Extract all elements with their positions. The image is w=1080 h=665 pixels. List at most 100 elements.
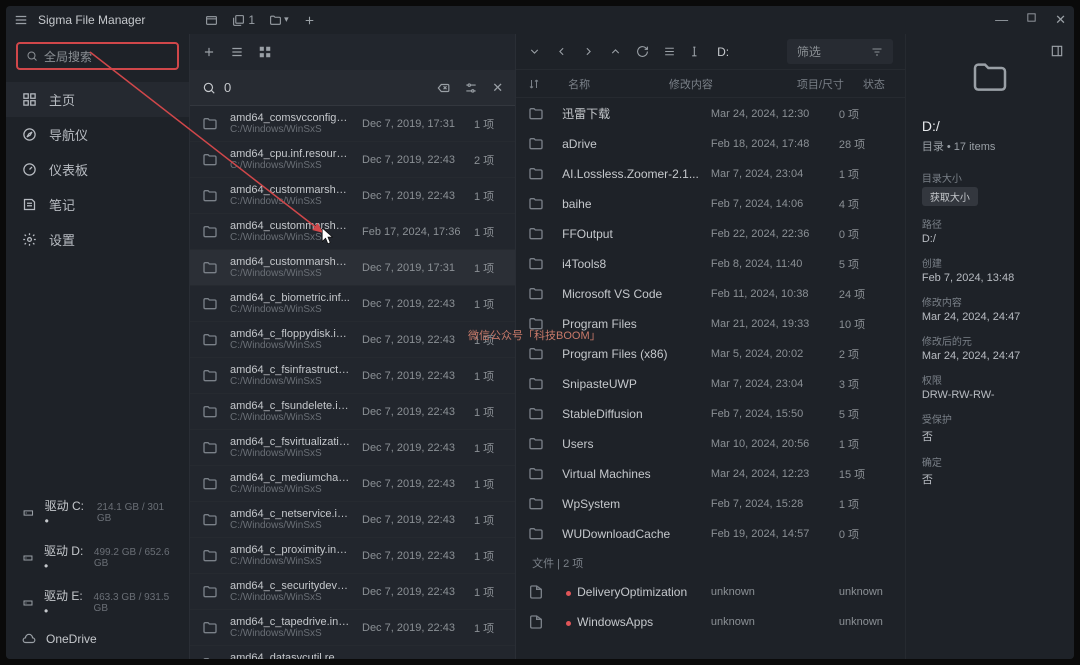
reload-icon[interactable] <box>636 45 649 58</box>
drive-item[interactable]: 驱动 D: •499.2 GB / 652.6 GB <box>6 535 189 580</box>
file-icon <box>528 584 544 600</box>
drive-item[interactable]: OneDrive <box>6 625 189 653</box>
nav-item-dashboard[interactable]: 仪表板 <box>6 152 189 187</box>
folder-icon <box>528 376 544 392</box>
folder-icon <box>528 316 544 332</box>
folder-icon <box>528 196 544 212</box>
clear-input-icon[interactable] <box>436 81 450 95</box>
search-result-row[interactable]: amd64_c_securitydevic...C:/Windows/WinSx… <box>190 574 515 610</box>
folder-icon <box>528 436 544 452</box>
folder-dropdown-icon[interactable]: ▾ <box>269 14 289 27</box>
folder-row[interactable]: AI.Lossless.Zoomer-2.1...Mar 7, 2024, 23… <box>516 159 905 189</box>
new-tab-icon[interactable] <box>303 14 316 27</box>
search-result-row[interactable]: amd64_c_netservice.inf...C:/Windows/WinS… <box>190 502 515 538</box>
filter-settings-icon[interactable] <box>464 81 478 95</box>
minimize-button[interactable]: — <box>995 12 1008 28</box>
col-name[interactable]: 名称 <box>562 76 657 92</box>
col-size[interactable]: 项目/尺寸 <box>797 76 851 92</box>
search-result-row[interactable]: amd64_c_fsundelete.inf...C:/Windows/WinS… <box>190 394 515 430</box>
list-icon[interactable] <box>663 45 676 58</box>
folder-icon <box>528 256 544 272</box>
list-view-icon[interactable] <box>230 45 244 59</box>
folder-icon <box>528 406 544 422</box>
panel-toggle-icon[interactable] <box>1050 44 1064 58</box>
search-result-row[interactable]: amd64_c_mediumchan...C:/Windows/WinSxSDe… <box>190 466 515 502</box>
add-icon[interactable] <box>202 45 216 59</box>
tabs-icon[interactable]: 1 <box>232 13 255 27</box>
drive-icon <box>22 506 35 520</box>
folder-icon <box>202 404 218 420</box>
folder-row[interactable]: 迅雷下载Mar 24, 2024, 12:300 项 <box>516 98 905 129</box>
nav-item-grid[interactable]: 主页 <box>6 82 189 117</box>
close-button[interactable]: ✕ <box>1055 12 1066 28</box>
filter-icon <box>871 46 883 58</box>
folder-icon <box>202 368 218 384</box>
search-result-row[interactable]: amd64_c_fsvirtualizatio...C:/Windows/Win… <box>190 430 515 466</box>
search-result-row[interactable]: amd64_custommarshal...C:/Windows/WinSxSF… <box>190 214 515 250</box>
search-result-row[interactable]: amd64_c_floppydisk.inf...C:/Windows/WinS… <box>190 322 515 358</box>
search-result-row[interactable]: amd64_custommarshal...C:/Windows/WinSxSD… <box>190 250 515 286</box>
folder-row[interactable]: Virtual MachinesMar 24, 2024, 12:2315 项 <box>516 459 905 489</box>
info-subtitle: 目录 • 17 items <box>922 138 1058 154</box>
titlebar: Sigma File Manager 1 ▾ — ✕ <box>6 6 1074 34</box>
sort-col-icon[interactable] <box>528 78 550 90</box>
filter-input[interactable]: 筛选 <box>787 39 893 64</box>
folder-icon <box>528 286 544 302</box>
folder-icon <box>528 226 544 242</box>
folder-icon <box>202 620 218 636</box>
folder-icon <box>202 332 218 348</box>
up-icon[interactable] <box>609 45 622 58</box>
forward-icon[interactable] <box>582 45 595 58</box>
address-path[interactable]: D: <box>717 45 729 59</box>
folder-icon <box>202 440 218 456</box>
menu-icon[interactable] <box>14 13 28 27</box>
close-search-icon[interactable]: ✕ <box>492 80 503 96</box>
folder-icon <box>528 136 544 152</box>
search-result-row[interactable]: amd64_c_biometric.inf...C:/Windows/WinSx… <box>190 286 515 322</box>
drive-icon <box>22 551 34 565</box>
drive-item[interactable]: 驱动 E: •463.3 GB / 931.5 GB <box>6 580 189 625</box>
folder-row[interactable]: Microsoft VS CodeFeb 11, 2024, 10:3824 项 <box>516 279 905 309</box>
col-status[interactable]: 状态 <box>863 76 893 92</box>
folder-row[interactable]: aDriveFeb 18, 2024, 17:4828 项 <box>516 129 905 159</box>
maximize-button[interactable] <box>1026 12 1037 28</box>
search-result-row[interactable]: amd64_datasvcutil.reso...C:/Windows/WinS… <box>190 646 515 659</box>
search-result-row[interactable]: amd64_comsvcconfig_...C:/Windows/WinSxSD… <box>190 106 515 142</box>
grid-view-icon[interactable] <box>258 45 272 59</box>
folder-row[interactable]: baiheFeb 7, 2024, 14:064 项 <box>516 189 905 219</box>
folder-row[interactable]: i4Tools8Feb 8, 2024, 11:405 项 <box>516 249 905 279</box>
search-result-row[interactable]: amd64_c_proximity.inf.r...C:/Windows/Win… <box>190 538 515 574</box>
nav-item-note[interactable]: 笔记 <box>6 187 189 222</box>
search-result-row[interactable]: amd64_c_tapedrive.inf.r...C:/Windows/Win… <box>190 610 515 646</box>
get-size-button[interactable]: 获取大小 <box>922 187 978 206</box>
search-result-row[interactable]: amd64_c_fsinfrastructu...C:/Windows/WinS… <box>190 358 515 394</box>
search-results-panel: 0 ✕ amd64_comsvcconfig_...C:/Windows/Win… <box>190 34 516 659</box>
file-row[interactable]: WindowsAppsunknownunknown <box>516 607 905 637</box>
column-headers: 名称 修改内容 项目/尺寸 状态 <box>516 70 905 98</box>
folder-row[interactable]: WpSystemFeb 7, 2024, 15:281 项 <box>516 489 905 519</box>
folder-icon <box>202 116 218 132</box>
folder-row[interactable]: SnipasteUWPMar 7, 2024, 23:043 项 <box>516 369 905 399</box>
folder-row[interactable]: FFOutputFeb 22, 2024, 22:360 项 <box>516 219 905 249</box>
nav-item-compass[interactable]: 导航仪 <box>6 117 189 152</box>
folder-row[interactable]: WUDownloadCacheFeb 19, 2024, 14:570 项 <box>516 519 905 549</box>
folder-row[interactable]: StableDiffusionFeb 7, 2024, 15:505 项 <box>516 399 905 429</box>
nav-item-gear[interactable]: 设置 <box>6 222 189 257</box>
folder-row[interactable]: Program Files (x86)Mar 5, 2024, 20:022 项 <box>516 339 905 369</box>
global-search-input[interactable]: 全局搜索 <box>16 42 179 70</box>
sort-icon[interactable] <box>528 45 541 58</box>
back-icon[interactable] <box>555 45 568 58</box>
search-field[interactable]: 0 ✕ <box>190 70 515 106</box>
folder-icon <box>202 152 218 168</box>
gear-icon <box>22 232 37 247</box>
file-row[interactable]: DeliveryOptimizationunknownunknown <box>516 577 905 607</box>
info-icon[interactable] <box>690 45 703 58</box>
col-date[interactable]: 修改内容 <box>669 76 785 92</box>
folder-row[interactable]: UsersMar 10, 2024, 20:561 项 <box>516 429 905 459</box>
window-icon[interactable] <box>205 14 218 27</box>
drive-item[interactable]: 驱动 C: •214.1 GB / 301 GB <box>6 490 189 535</box>
folder-row[interactable]: Program FilesMar 21, 2024, 19:3310 项 <box>516 309 905 339</box>
search-icon <box>26 50 38 62</box>
search-result-row[interactable]: amd64_cpu.inf.resourc...C:/Windows/WinSx… <box>190 142 515 178</box>
search-result-row[interactable]: amd64_custommarshal...C:/Windows/WinSxSD… <box>190 178 515 214</box>
